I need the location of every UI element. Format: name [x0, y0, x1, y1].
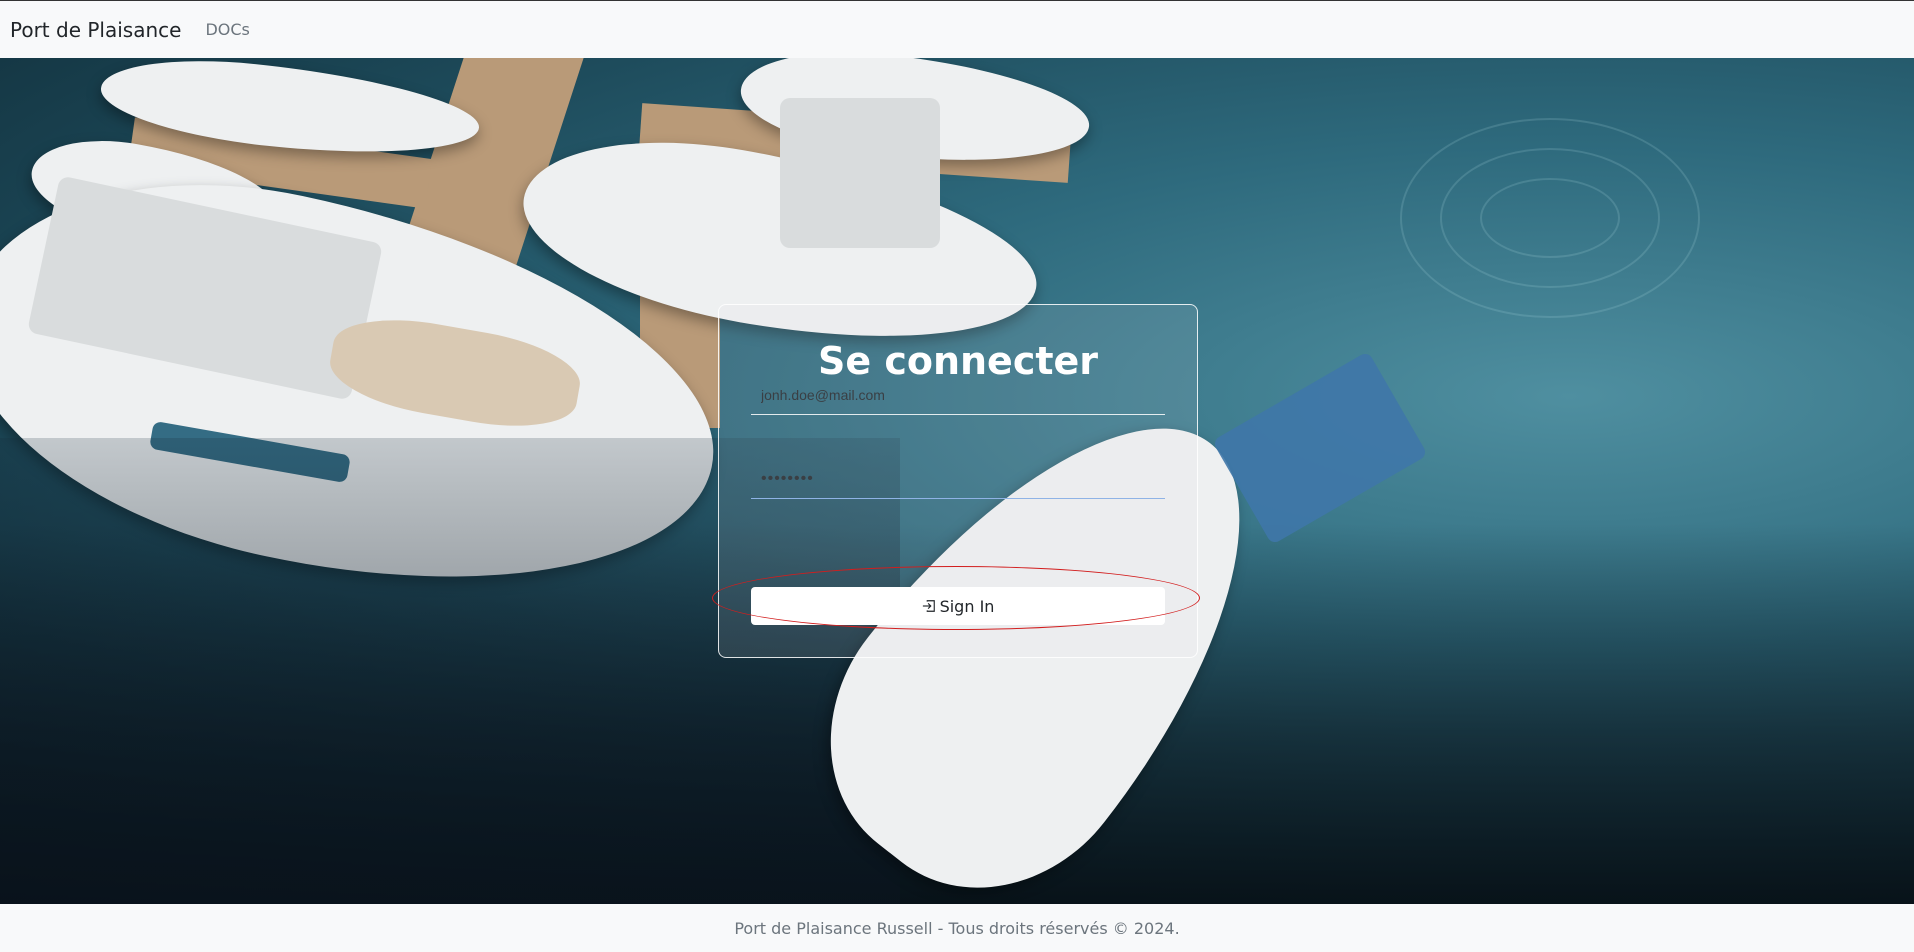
- sign-in-label: Sign In: [939, 596, 995, 616]
- sign-in-button[interactable]: Sign In: [751, 587, 1165, 625]
- top-navbar: Port de Plaisance DOCs: [0, 0, 1914, 58]
- password-field[interactable]: [751, 459, 1165, 499]
- brand-link[interactable]: Port de Plaisance: [10, 18, 181, 42]
- water-ripple: [1480, 178, 1620, 258]
- email-field[interactable]: [751, 375, 1165, 415]
- boat-deck: [780, 98, 940, 248]
- nav-link-docs[interactable]: DOCs: [205, 20, 249, 39]
- login-form-card: Se connecter Sign In: [718, 304, 1198, 658]
- login-icon: [922, 600, 935, 612]
- boat-canopy: [1212, 351, 1428, 545]
- footer-text: Port de Plaisance Russell - Tous droits …: [734, 918, 1180, 938]
- page-footer: Port de Plaisance Russell - Tous droits …: [0, 904, 1914, 952]
